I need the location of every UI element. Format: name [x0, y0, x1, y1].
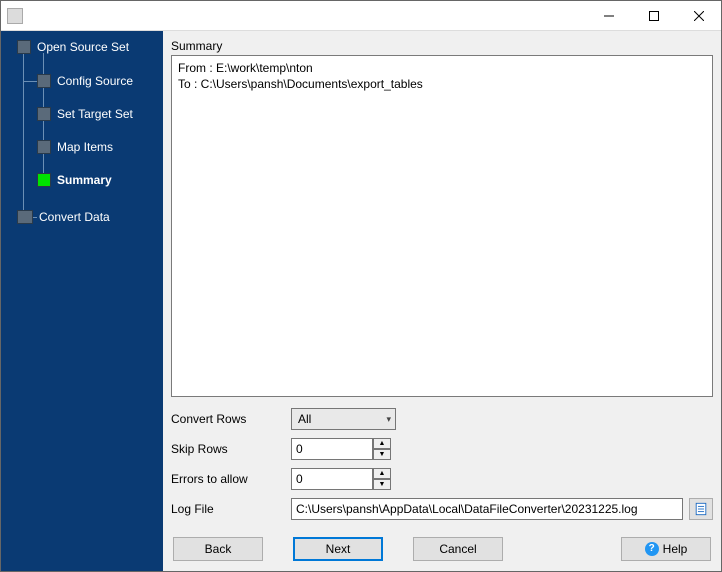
help-button[interactable]: ? Help: [621, 537, 711, 561]
errors-label: Errors to allow: [171, 472, 291, 486]
step-summary[interactable]: Summary: [37, 170, 112, 190]
wizard-footer: Back Next Cancel ? Help: [171, 527, 713, 563]
skip-rows-down[interactable]: ▼: [373, 449, 391, 460]
app-window: Open Source Set Config Source Set Target…: [0, 0, 722, 572]
chevron-down-icon: ▾: [386, 414, 391, 425]
skip-rows-label: Skip Rows: [171, 442, 291, 456]
help-icon: ?: [645, 542, 659, 556]
errors-input[interactable]: [291, 468, 373, 490]
document-icon: [694, 502, 708, 516]
minimize-button[interactable]: [586, 1, 631, 30]
main-panel: Summary From : E:\work\temp\nton To : C:…: [163, 31, 721, 571]
step-label: Set Target Set: [57, 107, 133, 121]
step-label: Config Source: [57, 74, 133, 88]
errors-down[interactable]: ▼: [373, 479, 391, 490]
skip-rows-up[interactable]: ▲: [373, 438, 391, 449]
app-icon: [7, 8, 23, 24]
step-label: Map Items: [57, 140, 113, 154]
close-button[interactable]: [676, 1, 721, 30]
back-button[interactable]: Back: [173, 537, 263, 561]
convert-rows-select[interactable]: All ▾: [291, 408, 396, 430]
browse-logfile-button[interactable]: [689, 498, 713, 520]
step-convert-data[interactable]: Convert Data: [17, 207, 110, 227]
errors-up[interactable]: ▲: [373, 468, 391, 479]
step-map-items[interactable]: Map Items: [37, 137, 113, 157]
maximize-button[interactable]: [631, 1, 676, 30]
skip-rows-input[interactable]: [291, 438, 373, 460]
convert-rows-label: Convert Rows: [171, 412, 291, 426]
step-open-source-set[interactable]: Open Source Set: [17, 37, 129, 57]
convert-rows-value: All: [298, 412, 311, 426]
step-set-target-set[interactable]: Set Target Set: [37, 104, 133, 124]
step-label: Open Source Set: [37, 40, 129, 54]
step-label: Convert Data: [39, 210, 110, 224]
cancel-button[interactable]: Cancel: [413, 537, 503, 561]
options-form: Convert Rows All ▾ Skip Rows ▲ ▼: [171, 407, 713, 527]
summary-textarea[interactable]: From : E:\work\temp\nton To : C:\Users\p…: [171, 55, 713, 397]
logfile-input[interactable]: [291, 498, 683, 520]
titlebar: [1, 1, 721, 31]
step-config-source[interactable]: Config Source: [37, 71, 133, 91]
section-label: Summary: [171, 37, 713, 55]
help-label: Help: [663, 538, 688, 560]
next-button[interactable]: Next: [293, 537, 383, 561]
wizard-steps-sidebar: Open Source Set Config Source Set Target…: [1, 31, 163, 571]
logfile-label: Log File: [171, 502, 291, 516]
step-label: Summary: [57, 173, 112, 187]
